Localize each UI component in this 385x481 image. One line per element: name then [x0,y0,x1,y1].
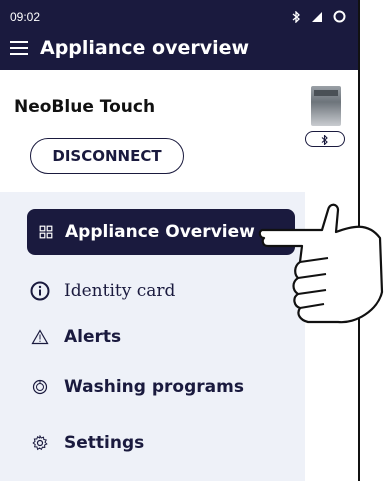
disconnect-button[interactable]: DISCONNECT [30,138,184,174]
status-bar: 09:02 [0,0,358,32]
nav-item-settings[interactable]: Settings [0,420,305,466]
battery-icon [333,8,346,27]
connection-badge [305,131,345,147]
info-icon [30,281,50,301]
nav-item-label: Appliance Overview [65,222,255,242]
program-dial-icon [32,379,48,395]
bluetooth-icon [292,8,301,27]
app-bar: Appliance overview [0,32,358,70]
gear-icon [32,435,48,451]
nav-item-washing-programs[interactable]: Washing programs [0,364,305,410]
app-bar-title: Appliance overview [40,37,250,59]
nav-item-label: Alerts [64,327,122,347]
pointing-hand-icon [258,203,384,324]
nav-item-appliance-overview[interactable]: Appliance Overview [27,209,295,255]
status-icons [292,8,346,27]
signal-icon [311,8,323,27]
warning-icon [31,329,49,345]
grid-icon [39,225,53,239]
navigation-drawer-header: NeoBlue Touch DISCONNECT [0,70,305,192]
nav-item-label: Identity card [64,281,176,301]
device-name: NeoBlue Touch [14,97,156,117]
nav-item-label: Washing programs [64,377,244,397]
hamburger-menu-icon[interactable] [10,41,28,57]
nav-item-label: Settings [64,433,145,453]
bluetooth-icon [321,130,329,149]
status-time: 09:02 [10,10,41,24]
appliance-card-peek [305,70,358,192]
dishwasher-image [311,86,341,126]
